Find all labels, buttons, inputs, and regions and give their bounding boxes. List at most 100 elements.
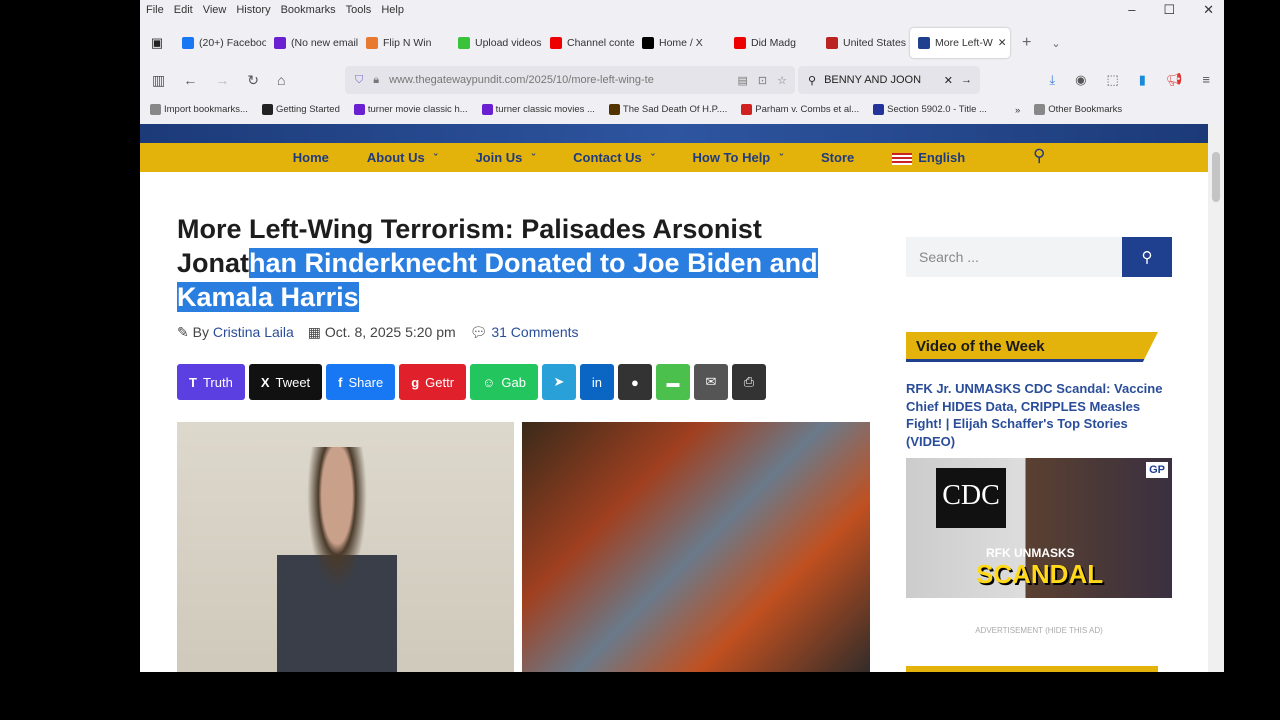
nav-join[interactable]: Join Us: [475, 150, 535, 165]
tab[interactable]: (No new email: [266, 28, 358, 58]
menu-edit[interactable]: Edit: [174, 4, 193, 16]
menu-help[interactable]: Help: [381, 4, 404, 16]
tab[interactable]: Did Madg: [726, 28, 818, 58]
menu-history[interactable]: History: [236, 4, 270, 16]
reload-icon[interactable]: ↻: [247, 72, 259, 89]
save-icon[interactable]: ⊡: [758, 74, 767, 87]
tab[interactable]: Upload videos: [450, 28, 542, 58]
bookmark-item[interactable]: turner movie classic h...: [353, 104, 468, 116]
close-tab-icon[interactable]: ✕: [998, 37, 1007, 49]
tab-favicon-icon: [642, 37, 654, 49]
sidebar-search-input[interactable]: Search ...: [906, 237, 1122, 277]
webpage: Home About Us Join Us Contact Us How To …: [140, 124, 1208, 672]
site-search-icon[interactable]: ⚲: [1033, 146, 1045, 166]
ad-label[interactable]: ADVERTISEMENT (HIDE THIS AD): [906, 626, 1172, 635]
tab[interactable]: Home / X: [634, 28, 726, 58]
close-window-icon[interactable]: ✕: [1203, 2, 1214, 18]
share-button-telegram[interactable]: ➤: [541, 364, 576, 400]
menu-file[interactable]: File: [146, 4, 164, 16]
bookmark-label: The Sad Death Of H.P....: [622, 104, 728, 116]
extensions-icon[interactable]: ⬚: [1106, 72, 1118, 88]
megaphone-icon[interactable]: 📢︎: [1166, 72, 1183, 88]
forward-icon[interactable]: →: [215, 72, 229, 88]
bookmark-item[interactable]: Parham v. Combs et al...: [741, 104, 859, 116]
title-selected-text: han Rinderknecht Donated to Joe Biden an…: [177, 248, 818, 312]
menu-view[interactable]: View: [203, 4, 227, 16]
nav-home[interactable]: Home: [293, 150, 329, 165]
share-button-truth[interactable]: T Truth: [177, 364, 245, 400]
address-bar[interactable]: ⛉ 🔒︎ www.thegatewaypundit.com/2025/10/mo…: [345, 66, 795, 94]
clear-search-icon[interactable]: ✕: [944, 74, 953, 87]
back-icon[interactable]: ←: [183, 72, 197, 88]
share-icon: f: [338, 374, 343, 390]
bookmark-star-icon[interactable]: ☆: [777, 74, 787, 87]
download-icon[interactable]: ⤓: [1049, 72, 1055, 88]
share-button-email[interactable]: ✉: [693, 364, 728, 400]
bookmark-item[interactable]: Getting Started: [261, 104, 340, 116]
comments-link[interactable]: 31 Comments: [491, 324, 578, 340]
author-link[interactable]: Cristina Laila: [213, 324, 294, 340]
bookmark-icon: [150, 104, 161, 116]
tab-favicon-icon: [734, 37, 746, 49]
share-button-share[interactable]: f Share: [326, 364, 396, 400]
share-label: Gettr: [425, 374, 455, 390]
bookmark-item[interactable]: The Sad Death Of H.P....: [608, 104, 728, 116]
search-value[interactable]: BENNY AND JOON: [824, 74, 921, 86]
nav-help[interactable]: How To Help: [693, 150, 784, 165]
more-bookmarks-icon[interactable]: »: [1015, 105, 1020, 116]
bookmark-item[interactable]: Other Bookmarks: [1034, 104, 1123, 116]
bookmark-label: Other Bookmarks: [1048, 104, 1123, 116]
scrollbar[interactable]: [1208, 124, 1224, 672]
tab[interactable]: Flip N Win: [358, 28, 450, 58]
sidebar-icon[interactable]: ▥: [152, 72, 165, 89]
nav-contact[interactable]: Contact Us: [573, 150, 654, 165]
minimize-icon[interactable]: –: [1128, 2, 1135, 18]
new-tab-icon[interactable]: +: [1022, 34, 1031, 52]
scrollbar-thumb[interactable]: [1212, 152, 1220, 202]
nav-about[interactable]: About Us: [367, 150, 438, 165]
tab-label: Did Madg: [751, 37, 796, 49]
video-thumbnail[interactable]: CDC RFK UNMASKS SCANDAL GP: [906, 458, 1172, 598]
search-box[interactable]: ⚲ BENNY AND JOON ✕ →: [798, 66, 980, 94]
next-widget-heading: [906, 666, 1158, 672]
share-button-tweet[interactable]: X Tweet: [248, 364, 323, 400]
menu-bookmarks[interactable]: Bookmarks: [281, 4, 336, 16]
video-title-link[interactable]: RFK Jr. UNMASKS CDC Scandal: Vaccine Chi…: [906, 380, 1172, 450]
bookmark-icon: [261, 104, 273, 116]
share-button-print[interactable]: ⎙: [731, 364, 766, 400]
calendar-icon: ▦: [307, 324, 322, 340]
bookmark-label: turner classic movies ...: [495, 104, 595, 116]
extension-badge-icon[interactable]: ▮: [1139, 72, 1146, 88]
tab[interactable]: United States: [818, 28, 910, 58]
share-button-linkedin[interactable]: in: [579, 364, 614, 400]
site-nav: Home About Us Join Us Contact Us How To …: [140, 143, 1208, 172]
bookmark-item[interactable]: turner classic movies ...: [481, 104, 595, 116]
language-label: English: [918, 150, 966, 165]
account-icon[interactable]: ◉: [1075, 72, 1086, 88]
menu-tools[interactable]: Tools: [346, 4, 372, 16]
nav-store[interactable]: Store: [821, 150, 854, 165]
tab[interactable]: More Left-W ✕: [910, 28, 1010, 58]
home-icon[interactable]: ⌂: [277, 72, 285, 88]
reader-icon[interactable]: ▤: [738, 74, 748, 87]
share-button-sms[interactable]: ▬: [655, 364, 690, 400]
menu-icon[interactable]: ≡: [1202, 72, 1210, 88]
sms-icon: ▬: [666, 374, 680, 390]
go-icon[interactable]: →: [961, 74, 972, 86]
url-text[interactable]: www.thegatewaypundit.com/2025/10/more-le…: [389, 74, 654, 86]
bookmark-item[interactable]: Section 5902.0 - Title ...: [873, 104, 987, 116]
tab-list-icon[interactable]: ▣: [140, 35, 174, 51]
tab[interactable]: Channel conte: [542, 28, 634, 58]
share-button-comment[interactable]: ●: [617, 364, 652, 400]
bookmark-item[interactable]: Import bookmarks...: [150, 104, 248, 116]
chevron-down-icon[interactable]: ⌄: [1051, 37, 1060, 50]
share-button-gettr[interactable]: g Gettr: [399, 364, 467, 400]
nav-language[interactable]: English: [892, 150, 965, 165]
maximize-icon[interactable]: ☐: [1163, 2, 1175, 18]
share-button-gab[interactable]: ☺ Gab: [470, 364, 538, 400]
linkedin-icon: in: [591, 374, 602, 390]
sidebar-search-button[interactable]: ⚲: [1122, 237, 1172, 277]
share-label: Share: [348, 374, 384, 390]
pencil-icon: ✎: [177, 324, 189, 340]
tab[interactable]: (20+) Facebook: [174, 28, 266, 58]
